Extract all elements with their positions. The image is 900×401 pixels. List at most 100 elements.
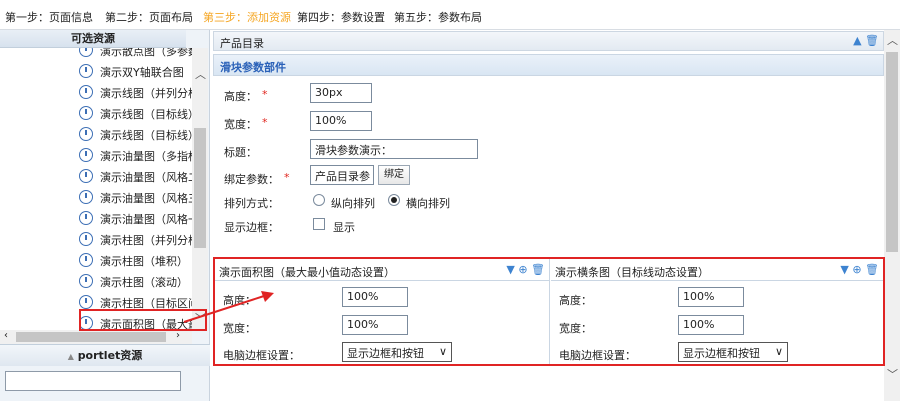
clock-icon xyxy=(79,190,93,204)
title-label: 标题： xyxy=(224,146,257,159)
scroll-up-icon[interactable]: ︿ xyxy=(195,66,206,82)
trash-icon[interactable]: 🗑 xyxy=(865,34,879,47)
radio-horizontal[interactable] xyxy=(388,194,400,206)
panel-border-label: 电脑边框设置： xyxy=(223,349,300,362)
clock-icon xyxy=(79,169,93,183)
trash-icon[interactable]: 🗑 xyxy=(531,263,545,276)
scroll-left-icon[interactable]: ‹ xyxy=(4,330,8,341)
catalog-title: 产品目录 xyxy=(220,37,264,50)
arrange-label: 排列方式： xyxy=(224,197,279,210)
panel-height-label: 高度： xyxy=(223,294,256,307)
panel-height-input[interactable]: 100% xyxy=(678,287,744,307)
radio-vertical-label: 纵向排列 xyxy=(331,197,375,210)
step-5[interactable]: 第五步：参数布局 xyxy=(394,9,482,25)
list-item[interactable]: 演示油量图（风格一 xyxy=(0,208,192,229)
clock-icon xyxy=(79,148,93,162)
panel-width-label: 宽度： xyxy=(223,322,256,335)
list-item[interactable]: 演示线图（目标线） xyxy=(0,103,192,124)
portlet-label: portlet资源 xyxy=(77,349,143,362)
border-checkbox[interactable] xyxy=(313,218,325,230)
dropdown-icon[interactable]: ▼ xyxy=(840,263,848,276)
resource-panel-title: 可选资源 xyxy=(0,30,186,48)
portlet-search-input[interactable] xyxy=(5,371,181,391)
list-item[interactable]: 演示柱图（并列分栏 xyxy=(0,229,192,250)
catalog-header: 产品目录 ▲ 🗑 xyxy=(213,31,884,51)
list-item[interactable]: 演示线图（目标线） xyxy=(0,124,192,145)
height-input[interactable]: 30px xyxy=(310,83,372,103)
list-item[interactable]: 演示散点图（多参数 xyxy=(0,48,192,61)
required-mark: * xyxy=(284,171,290,184)
dropdown-icon[interactable]: ▼ xyxy=(506,263,514,276)
chart-panels-highlight: 演示面积图（最大最小值动态设置） ▼ ⊕ 🗑 高度： 100% 宽度： 100%… xyxy=(213,257,885,366)
bind-label: 绑定参数： xyxy=(224,173,279,186)
required-mark: * xyxy=(262,88,268,101)
scroll-thumb[interactable] xyxy=(16,332,166,342)
clock-icon xyxy=(79,211,93,225)
panel-border-select[interactable]: 显示边框和按钮 ∨ xyxy=(678,342,788,362)
step-2[interactable]: 第二步：页面布局 xyxy=(105,9,193,25)
panel-width-label: 宽度： xyxy=(559,322,592,335)
move-icon[interactable]: ⊕ xyxy=(852,263,861,276)
panel-height-input[interactable]: 100% xyxy=(342,287,408,307)
scroll-thumb[interactable] xyxy=(886,52,898,252)
clock-icon xyxy=(79,64,93,78)
panel-width-input[interactable]: 100% xyxy=(678,315,744,335)
panel-border-select[interactable]: 显示边框和按钮 ∨ xyxy=(342,342,452,362)
bind-input[interactable]: 产品目录参 xyxy=(310,165,374,185)
clock-icon xyxy=(79,232,93,246)
scroll-down-icon[interactable]: ﹀ xyxy=(887,366,898,382)
list-item[interactable]: 演示线图（并列分栏 xyxy=(0,82,192,103)
height-label: 高度： xyxy=(224,90,257,103)
list-item[interactable]: 演示油量图（风格二 xyxy=(0,166,192,187)
chevron-down-icon: ∨ xyxy=(438,345,447,358)
border-checkbox-label: 显示 xyxy=(333,221,355,234)
clock-icon xyxy=(79,106,93,120)
list-item[interactable]: 演示油量图（风格三 xyxy=(0,187,192,208)
panel-width-input[interactable]: 100% xyxy=(342,315,408,335)
selected-resource-highlight xyxy=(79,309,207,331)
scroll-thumb[interactable] xyxy=(194,128,206,248)
panel-height-label: 高度： xyxy=(559,294,592,307)
move-icon[interactable]: ⊕ xyxy=(518,263,527,276)
bind-button[interactable]: 绑定 xyxy=(378,165,410,185)
list-item[interactable]: 演示柱图（滚动） xyxy=(0,271,192,292)
clock-icon xyxy=(79,295,93,309)
panel-area-chart: 演示面积图（最大最小值动态设置） ▼ ⊕ 🗑 高度： 100% 宽度： 100%… xyxy=(215,259,550,364)
resource-list-hscrollbar[interactable]: ‹ › xyxy=(0,330,192,344)
panel-title: 演示面积图（最大最小值动态设置） xyxy=(219,266,395,279)
scroll-right-icon[interactable]: › xyxy=(176,330,180,341)
chevron-down-icon: ∨ xyxy=(774,345,783,358)
step-1[interactable]: 第一步：页面信息 xyxy=(5,9,93,25)
panel-border-label: 电脑边框设置： xyxy=(559,349,636,362)
panel-bar-chart: 演示横条图（目标线动态设置） ▼ ⊕ 🗑 高度： 100% 宽度： 100% 电… xyxy=(551,259,883,364)
section-title: 滑块参数部件 xyxy=(220,61,286,74)
list-item[interactable]: 演示双Y轴联合图 xyxy=(0,61,192,82)
clock-icon xyxy=(79,127,93,141)
step-3-active[interactable]: 第三步：添加资源 xyxy=(203,9,291,25)
clock-icon xyxy=(79,253,93,267)
width-input[interactable]: 100% xyxy=(310,111,372,131)
step-bar: 第一步：页面信息 第二步：页面布局 第三步：添加资源 第四步：参数设置 第五步：… xyxy=(0,0,900,30)
radio-vertical[interactable] xyxy=(313,194,325,206)
panel-title: 演示横条图（目标线动态设置） xyxy=(555,266,709,279)
resource-list[interactable]: 演示散点图（多参数 演示双Y轴联合图 演示线图（并列分栏 演示线图（目标线） 演… xyxy=(0,48,192,330)
section-header: 滑块参数部件 xyxy=(213,54,884,76)
collapse-icon[interactable]: ▲ xyxy=(853,34,861,47)
clock-icon xyxy=(79,85,93,99)
trash-icon[interactable]: 🗑 xyxy=(865,263,879,276)
title-input[interactable]: 滑块参数演示： xyxy=(310,139,478,159)
radio-horizontal-label: 横向排列 xyxy=(406,197,450,210)
border-label: 显示边框： xyxy=(224,221,279,234)
scroll-up-icon[interactable]: ︿ xyxy=(887,32,898,48)
width-label: 宽度： xyxy=(224,118,257,131)
portlet-section-header[interactable]: ▲ portlet资源 xyxy=(0,344,210,366)
step-4[interactable]: 第四步：参数设置 xyxy=(297,9,385,25)
list-item[interactable]: 演示柱图（堆积） xyxy=(0,250,192,271)
clock-icon xyxy=(79,48,93,57)
required-mark: * xyxy=(262,116,268,129)
resource-list-vscrollbar[interactable]: ︿ ﹀ xyxy=(192,48,208,330)
triangle-up-icon: ▲ xyxy=(67,352,74,361)
main-vscrollbar[interactable]: ︿ ﹀ xyxy=(884,30,900,401)
clock-icon xyxy=(79,274,93,288)
list-item[interactable]: 演示油量图（多指标 xyxy=(0,145,192,166)
